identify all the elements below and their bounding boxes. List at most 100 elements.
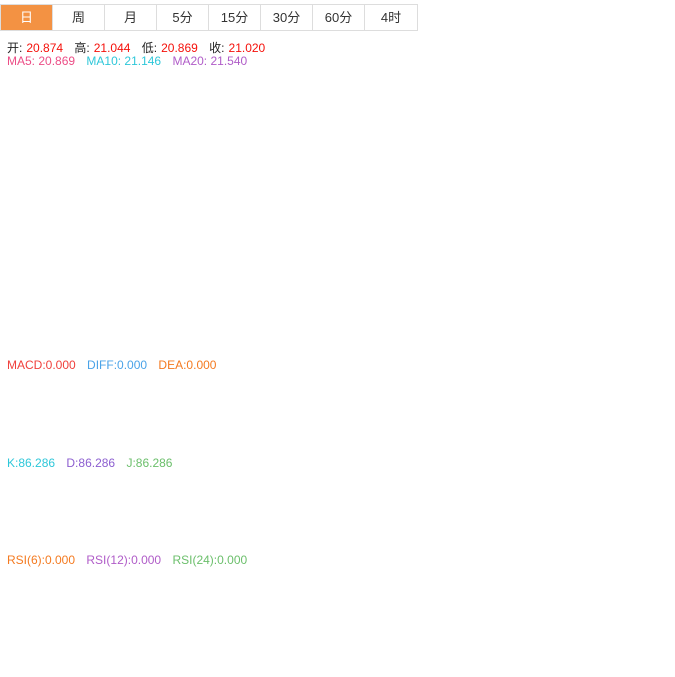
price-tick-label: 23.807 <box>624 117 659 128</box>
candle-body <box>52 170 60 203</box>
candle-body <box>142 115 150 139</box>
macd-bar <box>232 418 240 426</box>
price-tick-label: 20.365 <box>624 342 659 353</box>
candle-body <box>304 119 312 147</box>
macd-tick-label: 0.299 <box>624 395 653 406</box>
k-value: K:86.286 <box>7 456 56 470</box>
open-value: 20.874 <box>26 41 64 55</box>
candle-body <box>7 191 15 235</box>
candle-body <box>313 112 321 139</box>
candle-body <box>43 192 51 229</box>
macd-bar <box>493 418 501 436</box>
macd-bar <box>97 404 105 419</box>
current-price-badge <box>621 295 675 312</box>
macd-bar <box>61 405 69 419</box>
candle-body <box>250 136 258 148</box>
macd-bar <box>439 418 447 447</box>
candle-body <box>520 256 528 274</box>
rsi-tick-label: -0.814 <box>624 634 656 645</box>
tab-2[interactable]: 月 <box>105 5 157 30</box>
macd-bar <box>7 413 15 419</box>
candle-body <box>475 266 483 269</box>
ma-legend: MA5: 20.869 MA10: 21.146 MA20: 21.540 <box>7 54 251 68</box>
macd-bar <box>475 418 483 441</box>
tab-0[interactable]: 日 <box>1 5 53 30</box>
macd-bar <box>169 415 177 419</box>
close-value: 21.020 <box>228 41 266 55</box>
tab-6[interactable]: 60分 <box>313 5 365 30</box>
candle-body <box>529 273 537 287</box>
macd-bar <box>16 408 24 419</box>
price-tick-label: 21.742 <box>624 252 659 263</box>
low-value: 20.869 <box>161 41 198 55</box>
macd-bar <box>349 418 357 424</box>
macd-bar <box>259 418 267 427</box>
macd-bar <box>142 410 150 419</box>
candle-body <box>115 166 123 177</box>
macd-bar <box>250 418 258 429</box>
open-label: 开: <box>7 41 23 55</box>
candle-body <box>277 93 285 103</box>
macd-bar <box>376 418 384 426</box>
high-value: 21.044 <box>93 41 131 55</box>
ma5-line <box>1 112 588 318</box>
macd-bar <box>241 418 249 427</box>
macd-bar <box>151 412 159 419</box>
candle-body <box>169 108 177 141</box>
x-axis-label: 3月 <box>562 650 578 662</box>
candle-body <box>421 228 429 237</box>
ma20-line <box>1 122 588 271</box>
macd-bar <box>286 418 294 420</box>
macd-bar <box>178 416 186 419</box>
macd-bar <box>295 418 303 425</box>
candle-body <box>322 112 330 147</box>
candle-body <box>565 307 573 314</box>
candle-body <box>0 228 6 291</box>
price-tick-label: 23.463 <box>624 140 659 151</box>
x-axis-label: 2月 <box>383 650 399 662</box>
kdj-tick-label: 89.501 <box>624 469 659 480</box>
macd-bar <box>538 418 546 431</box>
candle-body <box>223 121 231 162</box>
stock-chart[interactable]: 24.840 24.496 24.152 23.807 23.463 23.119 22.7… <box>0 0 675 677</box>
rsi-legend: RSI(6):0.000 RSI(12):0.000 RSI(24):0.000 <box>7 553 251 567</box>
tab-7[interactable]: 4时 <box>365 5 417 30</box>
low-label: 低: <box>141 41 158 55</box>
kdj-tick-label: -0.367 <box>624 538 656 549</box>
candle-body <box>79 127 87 158</box>
candle-body <box>133 99 141 113</box>
macd-bar <box>205 418 213 420</box>
kdj-tick-label: 29.589 <box>624 515 659 526</box>
tab-4[interactable]: 15分 <box>209 5 261 30</box>
tab-3[interactable]: 5分 <box>157 5 209 30</box>
j-value: J:86.286 <box>126 456 173 470</box>
candle-body <box>574 307 582 314</box>
candle-body <box>178 117 186 143</box>
ma10-value: MA10: 21.146 <box>86 54 162 68</box>
diff-value: DIFF:0.000 <box>87 358 148 372</box>
macd-bar <box>484 418 492 440</box>
macd-bar <box>358 418 366 426</box>
macd-bar <box>367 418 375 427</box>
candle-body <box>367 136 375 143</box>
close-label: 收: <box>209 41 225 55</box>
candle-body <box>493 258 501 269</box>
candle-body <box>502 256 510 263</box>
candle-body <box>547 330 555 334</box>
candle-body <box>349 114 357 118</box>
tab-1[interactable]: 周 <box>53 5 105 30</box>
macd-bar <box>466 418 474 442</box>
rsi6-value: RSI(6):0.000 <box>7 553 76 567</box>
macd-tick-label: -0.375 <box>624 439 656 450</box>
candle-body <box>538 288 546 323</box>
macd-bar <box>313 418 321 424</box>
candle-body <box>106 161 114 171</box>
macd-bar <box>187 416 195 419</box>
price-tick-label: 24.152 <box>624 95 659 106</box>
macd-bar <box>196 416 204 419</box>
macd-tick-label: 0.636 <box>624 373 653 384</box>
macd-bar <box>25 412 33 419</box>
ma10-line <box>1 118 588 297</box>
tab-5[interactable]: 30分 <box>261 5 313 30</box>
macd-bar <box>79 400 87 419</box>
